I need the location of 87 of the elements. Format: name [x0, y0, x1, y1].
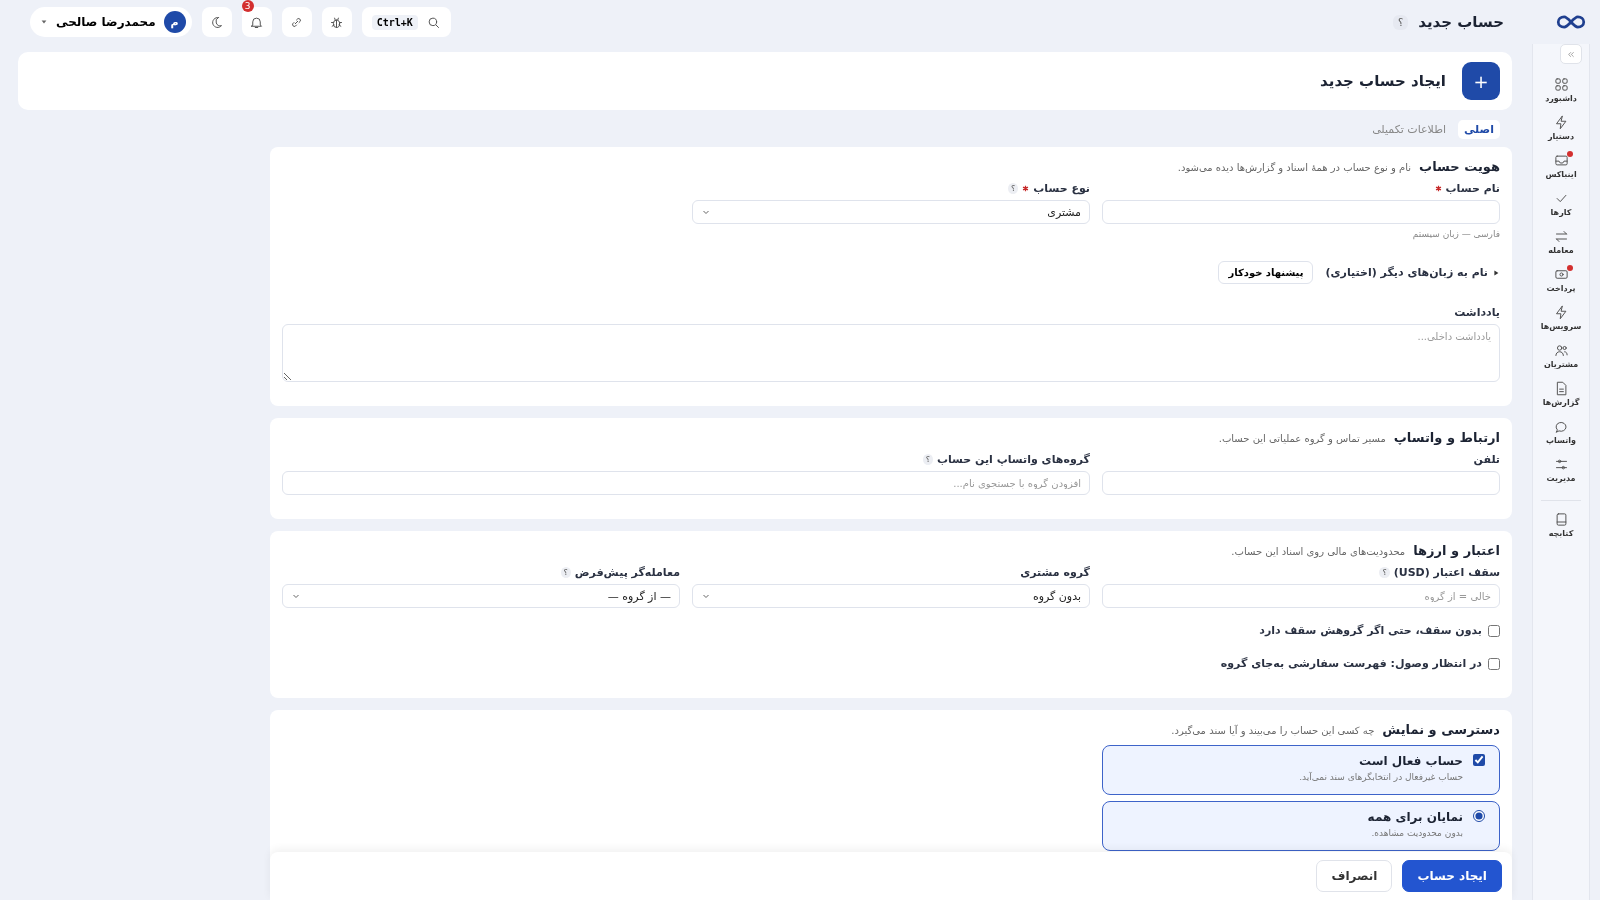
dropdown[interactable]: — از گروه — [282, 584, 680, 608]
field-label: معامله‌گر پیش‌فرض [574, 566, 680, 579]
section-title: دسترسی و نمایش [1382, 722, 1500, 737]
sidebar-item[interactable]: کارها [1550, 188, 1572, 224]
sidebar-item[interactable]: مدیریت [1546, 454, 1576, 490]
sidebar-item[interactable]: داشبورد [1545, 74, 1577, 110]
sidebar-item[interactable]: معامله [1548, 226, 1574, 262]
grid-icon [1553, 77, 1569, 92]
field-label: گروه‌های واتساپ این حساب [936, 453, 1090, 466]
chat-bubble-icon [1553, 419, 1569, 434]
field-label: گروه مشتری [1020, 566, 1090, 579]
tag-input-field[interactable]: افزودن گروه با جستجوی نام... [282, 471, 1090, 495]
page-title: حساب جدید [1418, 13, 1504, 31]
shortcut-key: Ctrl+K [371, 14, 418, 30]
sidebar-item[interactable]: واتساپ [1546, 416, 1576, 452]
lightning-icon [1553, 115, 1569, 130]
caret-icon [40, 18, 48, 26]
swap-arrows-icon [1553, 229, 1569, 244]
sliders-icon [1553, 457, 1569, 472]
section-description: نام و نوع حساب در همهٔ اسناد و گزارش‌ها دیده می‌شود. [1177, 162, 1412, 173]
checkbox[interactable] [1488, 657, 1500, 670]
moon-icon [209, 14, 225, 30]
option-description: حساب غیرفعال در انتخابگرهای سند نمی‌آید. [1299, 772, 1463, 782]
checkbox-option[interactable]: بدون سقف، حتی اگر گروهش سقف دارد [1259, 624, 1500, 637]
notifications-button[interactable] [241, 7, 272, 37]
option-label: حساب فعال است [1358, 754, 1463, 768]
add-button[interactable]: + [1462, 62, 1500, 100]
sidebar-item[interactable]: کتابچه [1548, 509, 1574, 545]
people-icon [1553, 343, 1569, 358]
tab[interactable]: اصلی [1457, 120, 1500, 139]
option-card[interactable]: حساب فعال است حساب غیرفعال در انتخابگرهای سند نمی‌آید. [1102, 745, 1500, 795]
option-label: نمایان برای همه [1367, 810, 1463, 824]
section-title: ارتباط و واتساپ [1393, 430, 1500, 445]
field-hint: فارسی — زبان سیستم [1411, 229, 1500, 239]
option-description: بدون محدودیت مشاهده. [1370, 828, 1463, 838]
auto-suggest-button[interactable]: پیشنهاد خودکار [1218, 261, 1314, 284]
sidebar-item[interactable]: مشتریان [1543, 340, 1579, 376]
checkbox-option[interactable]: در انتظار وصول: فهرست سفارشی به‌جای گروه [1220, 657, 1500, 670]
theme-button[interactable] [201, 7, 232, 37]
avatar: م [163, 11, 186, 33]
help-icon: ؟ [560, 567, 571, 578]
section-description: مسیر تماس و گروه عملیاتی این حساب. [1218, 433, 1386, 444]
logo-icon [1554, 13, 1588, 31]
field-label: یادداشت [1454, 306, 1500, 319]
dropdown[interactable]: مشتری [692, 200, 1090, 224]
sidebar-item[interactable]: سرویس‌ها [1540, 302, 1582, 338]
help-icon: ؟ [922, 454, 933, 465]
help-icon: ؟ [1008, 183, 1019, 194]
submit-button[interactable]: ایجاد حساب [1402, 860, 1502, 892]
bug-button[interactable] [321, 7, 352, 37]
field-label: تلفن [1473, 453, 1500, 466]
radio-button[interactable] [1473, 810, 1485, 822]
book-icon [1553, 512, 1569, 527]
sidebar-item[interactable]: اینباکس [1545, 150, 1577, 186]
user-menu[interactable]: م محمدرضا صالحی [30, 7, 192, 37]
checkbox[interactable] [1473, 754, 1485, 766]
sidebar-item[interactable]: دستیار [1547, 112, 1575, 148]
inbox-icon [1553, 153, 1569, 168]
lightning-icon [1553, 305, 1569, 320]
option-card[interactable]: نمایان برای همه بدون محدودیت مشاهده. [1102, 801, 1500, 851]
help-icon: ؟ [1379, 567, 1390, 578]
input-field[interactable] [1102, 200, 1500, 224]
checkbox[interactable] [1488, 624, 1500, 637]
form-title: ایجاد حساب جدید [1320, 72, 1446, 90]
notification-badge: 3 [241, 0, 254, 12]
input-field[interactable]: خالی = از گروه [1102, 584, 1500, 608]
triangle-icon [1492, 268, 1500, 277]
bug-icon [329, 14, 345, 30]
dropdown[interactable]: بدون گروه [692, 584, 1090, 608]
section-title: هویت حساب [1419, 159, 1500, 174]
section-description: محدودیت‌های مالی روی اسناد این حساب. [1231, 546, 1406, 557]
sidebar-item[interactable]: پرداخت [1546, 264, 1576, 300]
help-button[interactable]: ؟ [1392, 14, 1409, 30]
field-label: نوع حساب [1033, 182, 1090, 195]
field-label: سقف اعتبار (USD) [1393, 566, 1500, 579]
section-description: چه کسی این حساب را می‌بیند و آیا سند می‌گیرد. [1171, 725, 1375, 736]
section-title: اعتبار و ارزها [1413, 543, 1500, 558]
field-label: نام حساب [1445, 182, 1500, 195]
note-field[interactable]: یادداشت داخلی... [282, 324, 1500, 382]
sidebar-item[interactable]: گزارش‌ها [1542, 378, 1580, 414]
disclosure-toggle[interactable]: نام به زبان‌های دیگر (اختیاری) [1325, 266, 1500, 279]
user-name: محمدرضا صالحی [56, 15, 156, 29]
input-field[interactable] [1102, 471, 1500, 495]
bell-icon [249, 14, 265, 30]
search-button[interactable]: Ctrl+K [361, 7, 451, 37]
cancel-button[interactable]: انصراف [1316, 860, 1393, 892]
banknote-icon [1553, 267, 1569, 282]
